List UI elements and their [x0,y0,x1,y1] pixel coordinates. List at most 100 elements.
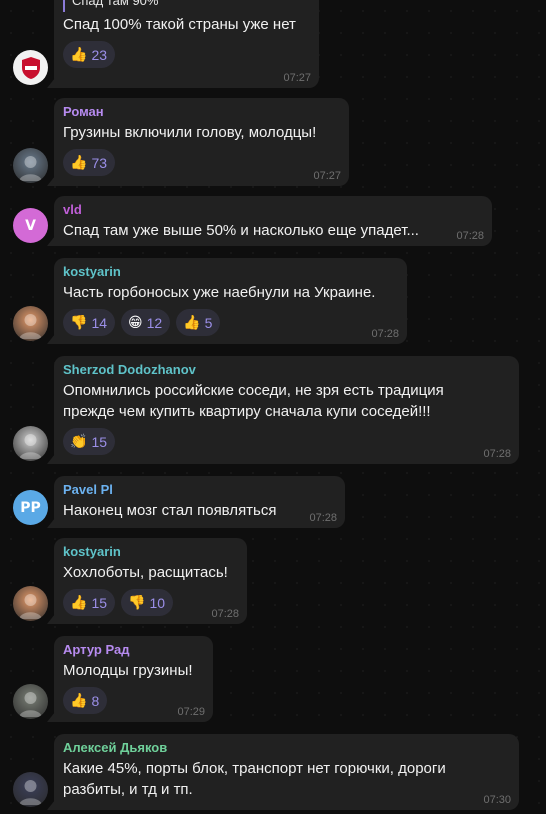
message-time: 07:28 [371,328,399,340]
message-text: Спад 100% такой страны уже нет [63,16,296,33]
clapping-hands-icon: 👏 [70,433,88,450]
bubble-tail [47,334,55,344]
avatar[interactable] [13,426,48,461]
reaction-button[interactable]: 👍 5 [176,309,221,336]
reaction-button[interactable]: 👎 14 [63,309,116,336]
avatar[interactable] [13,50,48,85]
message-text: Молодцы грузины! [63,662,193,679]
avatar[interactable]: PP [13,490,48,525]
bubble-tail [47,800,55,810]
message-row: Sherzod Dodozhanov Опомнились российские … [0,356,546,464]
bubble-tail [47,78,55,88]
reaction-button[interactable]: 👍 8 [63,687,108,714]
author-name[interactable]: vld [63,202,82,217]
author-name[interactable]: Артур Рад [63,642,129,657]
avatar-initials: PP [20,499,41,516]
message-text: Наконец мозг стал появляться [63,502,277,519]
author-name[interactable]: Sherzod Dodozhanov [63,362,196,377]
message-time: 07:28 [456,230,484,242]
thumbs-down-icon: 👎 [128,594,146,611]
message-time: 07:29 [177,706,205,718]
author-name[interactable]: Роман [63,104,104,119]
reply-quote[interactable]: Спад там 90% [63,0,158,12]
reaction-count: 5 [204,314,213,331]
user-photo-icon [19,434,42,459]
user-photo-icon [19,156,42,181]
reactions-bar: 👏 15 [63,428,116,455]
message-text: Спад там уже выше 50% и насколько еще уп… [63,222,419,239]
author-name[interactable]: kostyarin [63,544,121,559]
message-row: Алексей Дьяков Какие 45%, порты блок, тра… [0,734,546,810]
reactions-bar: 👎 14 😁 12 👍 5 [63,309,221,336]
bubble-tail [47,614,55,624]
author-name[interactable]: Алексей Дьяков [63,740,167,755]
message-row: kostyarin Часть горбоносых уже наебнули н… [0,258,546,344]
avatar[interactable] [13,148,48,183]
avatar[interactable] [13,684,48,719]
message-bubble[interactable]: Роман Грузины включили голову, молодцы! 👍 7… [47,98,349,186]
bubble-tail [47,236,55,246]
message-bubble[interactable]: Sherzod Dodozhanov Опомнились российские … [47,356,519,464]
message-bubble[interactable]: kostyarin Часть горбоносых уже наебнули н… [47,258,407,344]
message-time: 07:28 [211,608,239,620]
reaction-button[interactable]: 👏 15 [63,428,116,455]
bubble-tail [47,454,55,464]
message-text: Хохлоботы, расщитась! [63,564,228,581]
reaction-button[interactable]: 👎 10 [121,589,174,616]
reaction-count: 12 [146,314,163,331]
reaction-count: 15 [91,594,108,611]
message-bubble[interactable]: Спад там 90% Спад 100% такой страны уже н… [47,0,319,88]
message-text: Грузины включили голову, молодцы! [63,124,317,141]
reaction-count: 10 [149,594,166,611]
reaction-button[interactable]: 😁 12 [121,309,171,336]
message-bubble[interactable]: vld Спад там уже выше 50% и насколько еще… [47,196,492,246]
thumbs-up-icon: 👍 [70,46,88,63]
message-row: Vvld Спад там уже выше 50% и насколько ещ… [0,196,546,246]
reactions-bar: 👍 15 👎 10 [63,589,174,616]
avatar-initials: V [25,217,36,234]
author-name[interactable]: Pavel Pl [63,482,113,497]
message-row: kostyarin Хохлоботы, расщитась! 👍 15 👎 10 07:2… [0,538,546,624]
reactions-bar: 👍 73 [63,149,116,176]
message-row: PP Pavel Pl Наконец мозг стал появляться 07… [0,476,546,528]
reactions-bar: 👍 23 [63,41,116,68]
reaction-count: 73 [91,154,108,171]
message-time: 07:28 [483,448,511,460]
user-photo-icon [19,314,42,339]
message-row: Спад там 90% Спад 100% такой страны уже н… [0,0,546,88]
user-photo-icon [19,692,42,717]
author-name[interactable]: kostyarin [63,264,121,279]
message-bubble[interactable]: Алексей Дьяков Какие 45%, порты блок, тра… [47,734,519,810]
thumbs-up-icon: 👍 [70,692,88,709]
club-crest-icon [21,56,40,79]
message-text: разбиты, и тд и тп. [63,781,193,798]
reaction-count: 15 [91,433,108,450]
reaction-count: 8 [91,692,100,709]
message-text: прежде чем купить квартиру сначала купи … [63,403,431,420]
thumbs-down-icon: 👎 [70,314,88,331]
message-time: 07:27 [283,72,311,84]
message-text: Часть горбоносых уже наебнули на Украине… [63,284,376,301]
message-bubble[interactable]: kostyarin Хохлоботы, расщитась! 👍 15 👎 10 07:2… [47,538,247,624]
reaction-count: 23 [91,46,108,63]
reaction-button[interactable]: 👍 73 [63,149,116,176]
user-photo-icon [19,780,42,805]
message-text: Опомнились российские соседи, не зря ест… [63,382,444,399]
reaction-button[interactable]: 👍 15 [63,589,116,616]
thumbs-up-icon: 👍 [70,594,88,611]
message-row: Артур Рад Молодцы грузины! 👍 8 07:29 [0,636,546,722]
reaction-count: 14 [91,314,108,331]
avatar[interactable] [13,772,48,807]
message-bubble[interactable]: Артур Рад Молодцы грузины! 👍 8 07:29 [47,636,213,722]
reactions-bar: 👍 8 [63,687,108,714]
reaction-button[interactable]: 👍 23 [63,41,116,68]
user-photo-icon [19,594,42,619]
bubble-tail [47,518,55,528]
thumbs-up-icon: 👍 [70,154,88,171]
grin-icon: 😁 [128,314,143,331]
message-bubble[interactable]: Pavel Pl Наконец мозг стал появляться 07:2… [47,476,345,528]
avatar[interactable] [13,306,48,341]
avatar[interactable]: V [13,208,48,243]
message-text: Какие 45%, порты блок, транспорт нет гор… [63,760,446,777]
avatar[interactable] [13,586,48,621]
